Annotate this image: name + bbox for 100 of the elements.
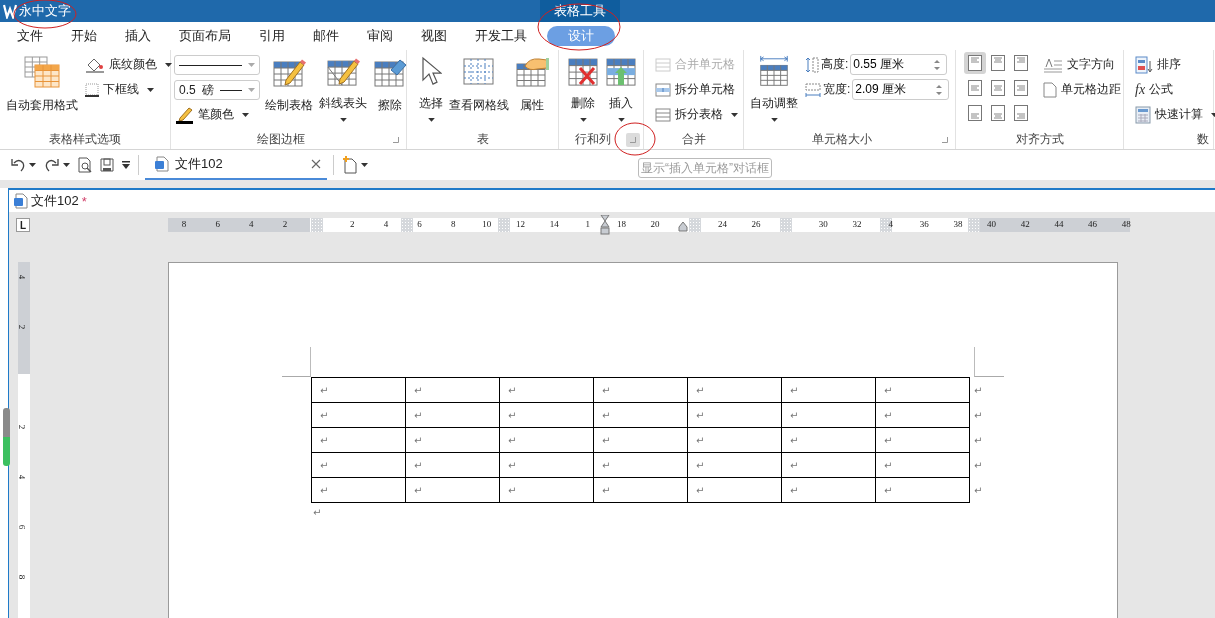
menu-tab[interactable]: 审阅 xyxy=(353,26,407,46)
table-cell[interactable]: ↵ xyxy=(781,477,876,503)
sort-button[interactable]: 排序 xyxy=(1133,52,1215,77)
table-cell[interactable]: ↵ xyxy=(875,377,970,403)
split-cells-button[interactable]: 拆分单元格 xyxy=(653,77,740,102)
height-field[interactable]: 0.55 厘米 xyxy=(850,54,948,75)
table-cell[interactable]: ↵ xyxy=(405,377,500,403)
menu-tab[interactable]: 引用 xyxy=(245,26,299,46)
table-cell[interactable]: ↵ xyxy=(687,377,782,403)
paragraph-mark: ↵ xyxy=(313,507,322,518)
indent-marker[interactable] xyxy=(678,222,688,232)
shading-color-button[interactable]: 底纹颜色 xyxy=(83,52,174,77)
menu-tab[interactable]: 开发工具 xyxy=(461,26,541,46)
view-gridlines-button[interactable]: 查看网格线 xyxy=(446,50,512,122)
caret-icon xyxy=(165,62,172,67)
print-preview-button[interactable] xyxy=(76,157,94,173)
table-cell[interactable]: ↵ xyxy=(499,477,594,503)
table-cell[interactable]: ↵ xyxy=(499,452,594,478)
table-cell[interactable]: ↵ xyxy=(311,377,406,403)
table-cell[interactable]: ↵ xyxy=(405,477,500,503)
properties-button[interactable]: 属性 xyxy=(512,50,552,122)
vertical-ruler[interactable]: 4 2 2 4 6 8 xyxy=(18,262,30,618)
line-weight-dropdown[interactable]: 0.5 磅 xyxy=(174,80,260,100)
table-cell[interactable]: ↵ xyxy=(311,452,406,478)
menu-tab[interactable]: 文件 xyxy=(3,26,57,46)
table-cell[interactable]: ↵ xyxy=(405,452,500,478)
table-cell[interactable]: ↵ xyxy=(593,377,688,403)
table-cell[interactable]: ↵ xyxy=(311,427,406,453)
table-cell[interactable]: ↵ xyxy=(781,452,876,478)
ruler-label: 8 xyxy=(17,574,28,580)
scroll-thumb[interactable] xyxy=(3,408,10,466)
table-cell[interactable]: ↵ xyxy=(875,427,970,453)
indent-marker[interactable] xyxy=(600,215,610,235)
sort-icon xyxy=(1135,55,1153,74)
split-table-button[interactable]: 拆分表格 xyxy=(653,102,740,127)
table-cell[interactable]: ↵ xyxy=(593,452,688,478)
width-field[interactable]: 2.09 厘米 xyxy=(852,79,950,100)
bottom-border-button[interactable]: 下框线 xyxy=(83,77,174,102)
column-marker[interactable] xyxy=(689,218,701,232)
table-cell[interactable]: ↵ xyxy=(781,377,876,403)
customize-toolbar-button[interactable] xyxy=(120,161,132,169)
table-cell[interactable]: ↵ xyxy=(593,477,688,503)
text-direction-button[interactable]: 文字方向 xyxy=(1041,52,1123,77)
table-cell[interactable]: ↵ xyxy=(311,402,406,428)
undo-button[interactable] xyxy=(8,157,38,173)
horizontal-ruler[interactable]: 8 6 4 2 2 4 6 8 10 12 14 1 18 20 24 26 30 32 4 36 38 40 42 44 46 48 xyxy=(168,218,1130,232)
column-marker[interactable] xyxy=(780,218,792,232)
menu-tab[interactable]: 邮件 xyxy=(299,26,353,46)
table-cell[interactable]: ↵ xyxy=(687,427,782,453)
align-icon xyxy=(991,80,1005,96)
table-cell[interactable]: ↵ xyxy=(687,477,782,503)
menu-tab[interactable]: 插入 xyxy=(111,26,165,46)
align-button[interactable] xyxy=(964,52,986,74)
diagonal-header-button[interactable]: 斜线表头 xyxy=(316,50,370,122)
table-cell[interactable]: ↵ xyxy=(781,402,876,428)
table-cell[interactable]: ↵ xyxy=(405,427,500,453)
table-cell[interactable]: ↵ xyxy=(687,452,782,478)
insert-button[interactable]: 插入 xyxy=(602,50,640,122)
menu-tab[interactable]: 页面布局 xyxy=(165,26,245,46)
table-cell[interactable]: ↵ xyxy=(875,477,970,503)
select-button[interactable]: 选择 xyxy=(416,50,446,122)
table-cell[interactable]: ↵ xyxy=(499,402,594,428)
table-cell[interactable]: ↵ xyxy=(499,427,594,453)
table-cell[interactable]: ↵ xyxy=(593,427,688,453)
erase-button[interactable]: 擦除 xyxy=(370,50,410,122)
quick-calc-button[interactable]: 快速计算 xyxy=(1133,102,1215,127)
caret-icon xyxy=(617,118,625,122)
table-cell[interactable]: ↵ xyxy=(875,402,970,428)
formula-button[interactable]: fx 公式 xyxy=(1133,77,1215,102)
cell-margins-button[interactable]: 单元格边距 xyxy=(1041,77,1123,102)
table-style-icon xyxy=(23,55,61,89)
column-marker[interactable] xyxy=(401,218,413,232)
table-cell[interactable]: ↵ xyxy=(781,427,876,453)
caret-icon xyxy=(147,87,154,92)
auto-format-button[interactable]: 自动套用格式 xyxy=(3,50,81,122)
menu-tab[interactable]: 视图 xyxy=(407,26,461,46)
pen-color-button[interactable]: 笔颜色 xyxy=(174,102,251,127)
table-cell[interactable]: ↵ xyxy=(593,402,688,428)
draw-table-button[interactable]: 绘制表格 xyxy=(262,50,316,122)
caret-icon xyxy=(242,112,249,117)
table-cell[interactable]: ↵ xyxy=(499,377,594,403)
new-document-button[interactable] xyxy=(340,156,370,174)
tab-selector-button[interactable]: L xyxy=(16,218,30,232)
table-cell[interactable]: ↵ xyxy=(311,477,406,503)
table-cell[interactable]: ↵ xyxy=(875,452,970,478)
menu-tab[interactable]: 开始 xyxy=(57,26,111,46)
column-marker[interactable] xyxy=(968,218,980,232)
column-marker[interactable] xyxy=(498,218,510,232)
delete-table-icon xyxy=(567,55,599,88)
caret-icon xyxy=(1211,112,1215,117)
auto-fit-button[interactable]: 自动调整 xyxy=(747,50,801,122)
delete-button[interactable]: 删除 xyxy=(564,50,602,122)
line-style-dropdown[interactable] xyxy=(174,55,260,75)
menu-tab[interactable]: 设计 xyxy=(547,26,615,46)
group-label: 行和列 xyxy=(575,131,611,148)
table-cell[interactable]: ↵ xyxy=(687,402,782,428)
column-marker[interactable] xyxy=(880,218,892,232)
table-cell[interactable]: ↵ xyxy=(405,402,500,428)
column-marker[interactable] xyxy=(311,218,323,232)
save-button[interactable] xyxy=(98,158,116,172)
